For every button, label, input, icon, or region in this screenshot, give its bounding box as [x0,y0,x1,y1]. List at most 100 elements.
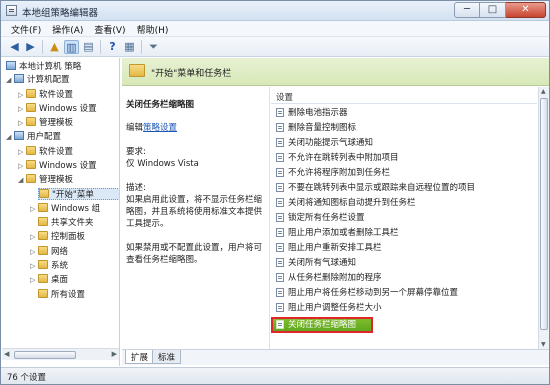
menu-file[interactable]: 文件(F) [7,21,48,36]
expand-arrow-icon[interactable]: ▷ [30,231,38,243]
setting-row[interactable]: 阻止用户添加或者删除工具栏 [273,227,535,239]
setting-row[interactable]: 从任务栏删除附加的程序 [273,272,535,284]
description-label: 描述: [126,183,146,193]
tree-node-computer-config[interactable]: ◢ 计算机配置 [6,74,70,86]
setting-row[interactable]: 阻止用户将任务栏移动到另一个屏幕停靠位置 [273,287,535,299]
policy-setting-icon [276,273,284,282]
gpedit-window: 本地组策略编辑器 ─ □ ✕ 文件(F) 操作(A) 查看(V) 帮助(H) ◀… [0,0,550,385]
menu-action[interactable]: 操作(A) [48,21,90,36]
properties-icon[interactable]: ▤ [81,40,96,54]
status-bar: 76 个设置 [1,367,549,384]
scroll-left-arrow-icon[interactable]: ◀ [4,350,9,358]
description-text: 如果启用此设置，将不显示任务栏缩略图，并且系统将使用标准文本提供工具提示。 [126,195,263,229]
tree-node-user-windows-settings[interactable]: ▷ Windows 设置 [18,160,97,172]
scroll-down-arrow-icon[interactable]: ▼ [541,341,546,348]
setting-row[interactable]: 不要在跳转列表中显示或跟踪来自远程位置的项目 [273,182,535,194]
up-folder-icon[interactable]: ▲ [47,40,62,54]
tab-extended[interactable]: 扩展 [125,350,155,364]
scrollbar-thumb[interactable] [14,351,76,359]
expand-arrow-icon[interactable]: ▷ [30,274,38,286]
tree-horizontal-scrollbar[interactable]: ◀ ▶ [2,348,119,360]
folder-icon [26,89,36,98]
expand-arrow-icon[interactable]: ▷ [30,203,38,215]
tree-node-system[interactable]: ▷ 系统 [30,260,68,272]
policy-setting-icon [276,138,284,147]
folder-icon [38,289,48,298]
tree-node-computer-admin-templates[interactable]: ▷ 管理模板 [18,117,73,129]
collapse-arrow-icon[interactable]: ◢ [18,174,26,186]
tree-node-desktop[interactable]: ▷ 桌面 [30,274,68,286]
forward-arrow-icon[interactable]: ▶ [23,40,38,54]
expand-arrow-icon[interactable]: ▷ [18,146,26,158]
folder-icon [26,174,36,183]
setting-row-selected[interactable]: 关闭任务栏缩略图 [271,317,373,333]
folder-icon [38,231,48,240]
folder-icon [26,146,36,155]
setting-row[interactable]: 关闭功能提示气球通知 [273,137,535,149]
tree-node-computer-windows-settings[interactable]: ▷ Windows 设置 [18,103,97,115]
policy-setting-icon [276,168,284,177]
expand-arrow-icon[interactable]: ▷ [30,246,38,258]
tree-node-windows-components[interactable]: ▷ Windows 组 [30,203,100,215]
setting-row[interactable]: 阻止用户重新安排工具栏 [273,242,535,254]
expand-arrow-icon[interactable]: ▷ [18,160,26,172]
window-controls: ─ □ ✕ [454,2,546,19]
help-icon[interactable]: ? [105,40,120,54]
policy-setting-icon [276,258,284,267]
tree-node-start-menu[interactable]: "开始"菜单 [38,188,119,200]
setting-row[interactable]: 删除音量控制图标 [273,122,535,134]
setting-row[interactable]: 关闭将通知图标自动提升到任务栏 [273,197,535,209]
policy-setting-icon [276,123,284,132]
setting-row[interactable]: 删除电池指示器 [273,107,535,119]
expand-arrow-icon[interactable]: ▷ [18,103,26,115]
close-button[interactable]: ✕ [506,2,546,18]
export-list-icon[interactable]: ▦ [122,40,137,54]
show-tree-icon[interactable]: ▥ [64,40,79,54]
tree-node-user-software[interactable]: ▷ 软件设置 [18,146,73,158]
title-bar[interactable]: 本地组策略编辑器 ─ □ ✕ [1,1,549,21]
expand-arrow-icon[interactable]: ▷ [18,89,26,101]
view-tabs: 扩展 标准 [122,349,549,365]
expand-arrow-icon[interactable]: ▷ [18,117,26,129]
description-text-2: 如果禁用或不配置此设置，用户将可查看任务栏缩略图。 [126,243,263,265]
requirements-value: 仅 Windows Vista [126,159,199,169]
collapse-arrow-icon[interactable]: ◢ [6,131,14,143]
setting-row[interactable]: 锁定所有任务栏设置 [273,212,535,224]
description-pane: 关闭任务栏缩略图 编辑策略设置 要求: 仅 Windows Vista 描述: … [122,87,270,349]
folder-icon [38,217,48,226]
setting-row[interactable]: 阻止用户调整任务栏大小 [273,302,535,314]
tree-node-shared-folders[interactable]: 共享文件夹 [38,217,94,229]
navigation-tree: 本地计算机 策略 ◢ 计算机配置 ▷ 软件设置 ▷ Windows 设置 ▷ 管理模板 … [2,58,120,366]
policy-setting-icon [276,288,284,297]
tree-node-control-panel[interactable]: ▷ 控制面板 [30,231,85,243]
setting-row[interactable]: 不允许在跳转列表中附加项目 [273,152,535,164]
menu-view[interactable]: 查看(V) [90,21,132,36]
scroll-up-arrow-icon[interactable]: ▲ [541,88,546,95]
tree-node-user-config[interactable]: ◢ 用户配置 [6,131,61,143]
edit-policy-link[interactable]: 策略设置 [143,123,177,133]
filter-icon[interactable]: ⏷ [146,40,161,54]
tree-node-user-admin-templates[interactable]: ◢ 管理模板 [18,174,73,186]
setting-row[interactable]: 不允许将程序附加到任务栏 [273,167,535,179]
expand-arrow-icon[interactable]: ▷ [30,260,38,272]
scrollbar-thumb[interactable] [540,98,548,330]
setting-row[interactable]: 关闭所有气球通知 [273,257,535,269]
tab-standard[interactable]: 标准 [152,350,182,364]
maximize-button[interactable]: □ [480,2,506,18]
collapse-arrow-icon[interactable]: ◢ [6,74,14,86]
computer-policy-icon [6,61,16,70]
folder-icon [129,64,145,77]
tree-node-network[interactable]: ▷ 网络 [30,246,68,258]
back-arrow-icon[interactable]: ◀ [7,40,22,54]
list-vertical-scrollbar[interactable]: ▲ ▼ [538,87,549,349]
minimize-button[interactable]: ─ [454,2,480,18]
tree-node-computer-software[interactable]: ▷ 软件设置 [18,89,73,101]
tree-node-all-settings[interactable]: 所有设置 [38,289,85,301]
menu-help[interactable]: 帮助(H) [133,21,176,36]
edit-line: 编辑策略设置 [126,123,178,133]
folder-icon [26,117,36,126]
column-header-setting[interactable]: 设置 [271,87,537,104]
scroll-right-arrow-icon[interactable]: ▶ [112,350,117,358]
policy-setting-icon [276,183,284,192]
tree-node-root[interactable]: 本地计算机 策略 [6,61,81,73]
